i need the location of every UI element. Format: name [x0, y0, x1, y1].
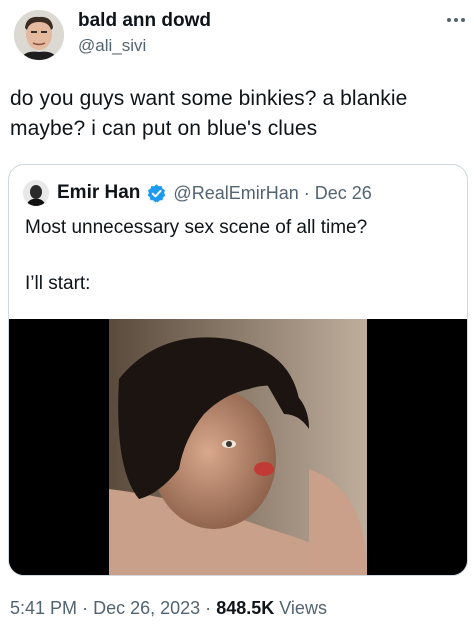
quoted-text: I’ll start: — [25, 273, 91, 294]
author-avatar[interactable] — [14, 10, 64, 60]
tweet-text-line: do you guys want some binkies? a blankie — [10, 87, 408, 110]
quoted-date[interactable]: Dec 26 — [315, 183, 372, 204]
verified-badge-icon — [146, 183, 167, 204]
author-display-name[interactable]: bald ann dowd — [78, 8, 211, 34]
quoted-text: Most unnecessary sex scene of all time? — [25, 217, 368, 238]
views-count[interactable]: 848.5K — [216, 598, 274, 618]
quoted-tweet-header: Emir Han @RealEmirHan · Dec 26 — [23, 179, 372, 207]
author-handle[interactable]: @ali_sivi — [78, 34, 211, 58]
quoted-author-avatar[interactable] — [23, 180, 49, 206]
quoted-author-handle[interactable]: @RealEmirHan — [173, 183, 298, 204]
tweet-header: bald ann dowd @ali_sivi — [10, 6, 470, 66]
separator-dot: · — [82, 598, 89, 618]
post-date[interactable]: Dec 26, 2023 — [93, 598, 200, 618]
views-label: Views — [279, 598, 327, 618]
separator-dot: · — [303, 182, 310, 203]
tweet-text-line: maybe? i can put on blue's clues — [10, 117, 318, 140]
more-icon[interactable] — [444, 12, 468, 28]
post-time[interactable]: 5:41 PM — [10, 598, 77, 618]
separator-dot: · — [205, 598, 212, 618]
quoted-tweet[interactable]: Emir Han @RealEmirHan · Dec 26 Most unne… — [8, 164, 468, 576]
quoted-author-name[interactable]: Emir Han — [57, 182, 140, 204]
quoted-media-image[interactable] — [9, 319, 467, 575]
tweet-footer: 5:41 PM · Dec 26, 2023 · 848.5K Views — [10, 598, 327, 619]
tweet-text: do you guys want some binkies? a blankie… — [10, 84, 462, 144]
